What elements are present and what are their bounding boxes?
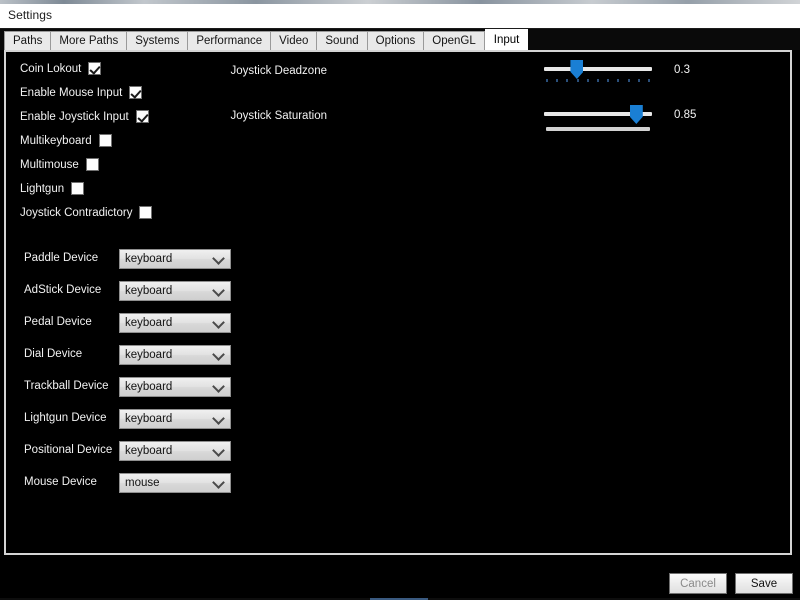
device-row: Trackball Device keyboard xyxy=(6,377,790,399)
input-tab-panel: Coin Lokout Enable Mouse Input Enable Joys… xyxy=(4,50,792,555)
tab-bar: Paths More Paths Systems Performance Video So… xyxy=(0,29,800,50)
slider-row: Joystick Saturation 0.85 xyxy=(6,105,790,135)
device-label: Paddle Device xyxy=(24,252,99,264)
checkbox-unchecked-icon[interactable] xyxy=(71,182,85,195)
device-select-value: keyboard xyxy=(125,253,173,265)
tab-paths[interactable]: Paths xyxy=(4,31,51,50)
slider-value: 0.3 xyxy=(674,64,690,76)
chevron-down-icon xyxy=(212,316,225,329)
checkbox-row[interactable]: Joystick Contradictory xyxy=(20,206,153,219)
device-select-value: keyboard xyxy=(125,349,173,361)
slider-handle[interactable] xyxy=(629,105,643,124)
slider-tick-marks xyxy=(546,79,650,83)
tab-input[interactable]: Input xyxy=(484,29,529,50)
tab-opengl[interactable]: OpenGL xyxy=(423,31,485,50)
chevron-down-icon xyxy=(212,252,225,265)
tab-performance[interactable]: Performance xyxy=(187,31,271,50)
slider-secondary-track xyxy=(546,127,650,131)
settings-window: Settings Paths More Paths Systems Performan… xyxy=(0,0,800,600)
device-select[interactable]: keyboard xyxy=(119,345,231,365)
dialog-footer: Cancel Save xyxy=(0,555,800,600)
device-row: Mouse Device mouse xyxy=(6,473,790,495)
tab-options[interactable]: Options xyxy=(366,31,424,50)
window-title: Settings xyxy=(8,8,53,22)
device-select[interactable]: keyboard xyxy=(119,281,231,301)
slider-control[interactable] xyxy=(544,60,652,88)
slider-control[interactable] xyxy=(544,105,652,133)
save-button[interactable]: Save xyxy=(735,573,793,594)
cancel-button[interactable]: Cancel xyxy=(669,573,727,594)
device-select-value: keyboard xyxy=(125,285,173,297)
checkbox-label: Multikeyboard xyxy=(20,134,92,147)
chevron-down-icon xyxy=(212,444,225,457)
device-label: Trackball Device xyxy=(24,380,109,392)
slider-label: Joystick Saturation xyxy=(230,110,327,122)
tab-more-paths[interactable]: More Paths xyxy=(50,31,127,50)
checkbox-unchecked-icon[interactable] xyxy=(85,158,99,171)
chevron-down-icon xyxy=(212,284,225,297)
device-row: Pedal Device keyboard xyxy=(6,313,790,335)
checkbox-label: Multimouse xyxy=(20,158,79,171)
device-select[interactable]: keyboard xyxy=(119,441,231,461)
device-label: Dial Device xyxy=(24,348,83,360)
device-select-value: keyboard xyxy=(125,317,173,329)
chevron-down-icon xyxy=(212,380,225,393)
device-select[interactable]: keyboard xyxy=(119,313,231,333)
device-label: AdStick Device xyxy=(24,284,102,296)
checkbox-label: Lightgun xyxy=(20,182,65,195)
slider-row: Joystick Deadzone 0.3 xyxy=(6,60,790,90)
checkbox-unchecked-icon[interactable] xyxy=(98,134,112,147)
device-select-value: mouse xyxy=(125,477,160,489)
checkbox-label: Joystick Contradictory xyxy=(20,206,133,219)
chevron-down-icon xyxy=(212,348,225,361)
chevron-down-icon xyxy=(212,476,225,489)
device-row: Positional Device keyboard xyxy=(6,441,790,463)
slider-handle[interactable] xyxy=(570,60,584,79)
tab-systems[interactable]: Systems xyxy=(126,31,188,50)
checkbox-row[interactable]: Multikeyboard xyxy=(20,134,112,147)
slider-track[interactable] xyxy=(544,67,652,71)
device-select[interactable]: keyboard xyxy=(119,249,231,269)
checkbox-row[interactable]: Lightgun xyxy=(20,182,85,195)
tab-video[interactable]: Video xyxy=(270,31,317,50)
slider-label: Joystick Deadzone xyxy=(230,65,327,77)
device-row: AdStick Device keyboard xyxy=(6,281,790,303)
tab-sound[interactable]: Sound xyxy=(316,31,367,50)
device-row: Dial Device keyboard xyxy=(6,345,790,367)
device-label: Lightgun Device xyxy=(24,412,107,424)
chevron-down-icon xyxy=(212,412,225,425)
checkbox-unchecked-icon[interactable] xyxy=(139,206,153,219)
device-label: Pedal Device xyxy=(24,316,92,328)
device-select-value: keyboard xyxy=(125,381,173,393)
device-row: Paddle Device keyboard xyxy=(6,249,790,271)
slider-value: 0.85 xyxy=(674,109,697,121)
device-label: Mouse Device xyxy=(24,476,97,488)
device-select[interactable]: mouse xyxy=(119,473,231,493)
title-bar: Settings xyxy=(0,4,800,29)
device-select[interactable]: keyboard xyxy=(119,409,231,429)
device-row: Lightgun Device keyboard xyxy=(6,409,790,431)
device-select-value: keyboard xyxy=(125,413,173,425)
device-select-value: keyboard xyxy=(125,445,173,457)
device-select[interactable]: keyboard xyxy=(119,377,231,397)
checkbox-row[interactable]: Multimouse xyxy=(20,158,99,171)
device-label: Positional Device xyxy=(24,444,113,456)
